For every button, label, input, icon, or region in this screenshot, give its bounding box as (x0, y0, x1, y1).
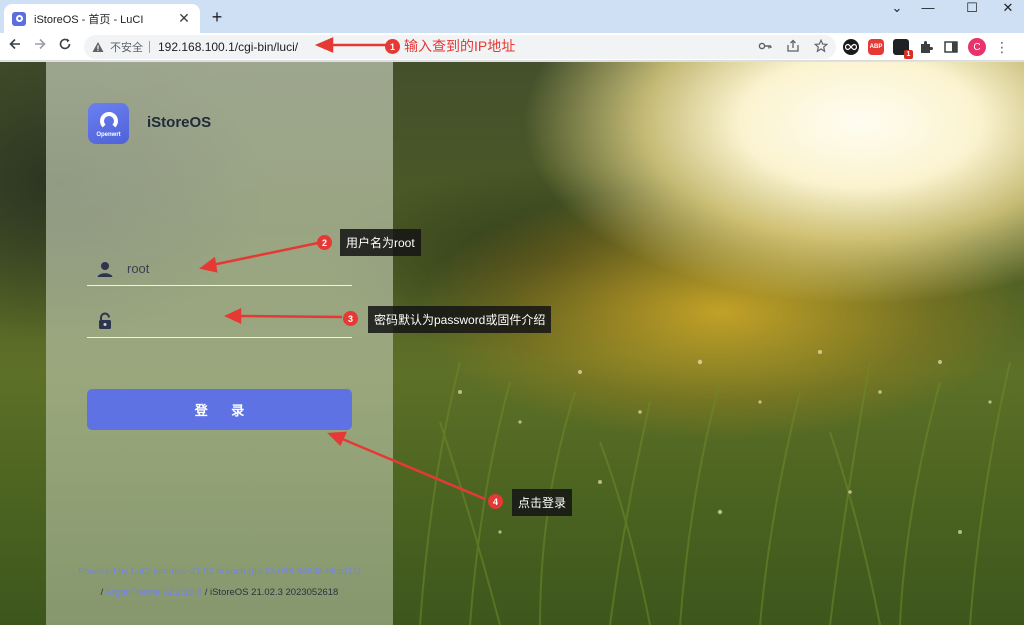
address-separator (149, 41, 150, 53)
adblock-plus-icon[interactable]: ABP (868, 39, 884, 55)
forward-arrow-icon (35, 38, 46, 50)
new-tab-button[interactable]: + (207, 7, 227, 27)
key-icon[interactable] (758, 39, 772, 53)
browser-tab-active[interactable]: iStoreOS - 首页 - LuCI ✕ (4, 4, 200, 33)
url-text[interactable]: 192.168.100.1/cgi-bin/luci/ (158, 40, 298, 54)
share-icon[interactable] (786, 39, 800, 53)
annotation-password-callout: 密码默认为password或固件介绍 (368, 306, 552, 333)
annotation-username-callout: 用户名为root (340, 229, 421, 256)
user-icon (97, 261, 113, 277)
back-button[interactable] (4, 36, 26, 58)
tab-close-icon[interactable]: ✕ (176, 10, 192, 27)
reload-icon (59, 38, 71, 50)
logo-caption: Openwrt (96, 131, 121, 138)
brand-title: iStoreOS (147, 114, 212, 131)
browser-menu-icon[interactable]: ⋮ (995, 39, 1009, 56)
address-bar-actions (758, 39, 828, 53)
argon-theme-link[interactable]: ArgonTheme v2.2.10.8 (105, 587, 202, 598)
footer-version: / ArgonTheme v2.2.10.8 / iStoreOS 21.02.… (46, 587, 393, 598)
reload-button[interactable] (54, 36, 76, 58)
minimize-button[interactable]: — (906, 0, 950, 16)
login-submit-button[interactable]: 登 录 (87, 389, 352, 430)
puzzle-extensions-icon[interactable] (918, 39, 934, 55)
username-field (87, 252, 352, 286)
footer-version-text: / iStoreOS 21.02.3 2023052618 (202, 587, 339, 598)
annotation-ip-text: 输入查到的IP地址 (404, 38, 516, 54)
password-field (87, 304, 352, 338)
annotation-login-callout: 点击登录 (512, 489, 573, 516)
extensions-bar: ABP 1 C ⋮ (843, 36, 1009, 59)
openwrt-logo-icon: Openwrt (88, 103, 129, 144)
profile-avatar[interactable]: C (968, 38, 986, 56)
abp-label: ABP (869, 44, 883, 50)
not-secure-label[interactable]: 不安全 (110, 39, 143, 55)
istoreos-favicon-icon (12, 11, 26, 26)
warning-icon[interactable] (92, 41, 104, 53)
back-arrow-icon (9, 38, 20, 50)
step-marker-2: 2 (317, 235, 332, 250)
step-marker-4: 4 (488, 494, 503, 509)
side-panel-icon[interactable] (943, 39, 959, 55)
login-page: Openwrt iStoreOS 登 录 Powered by LuCI ist… (0, 62, 1024, 625)
password-input[interactable] (127, 313, 327, 328)
login-panel: Openwrt iStoreOS 登 录 Powered by LuCI ist… (46, 62, 393, 625)
footer-powered-by[interactable]: Powered by LuCI istoreos-21.02 branch (g… (46, 566, 393, 577)
username-input[interactable] (127, 261, 327, 276)
infinity-extension-icon[interactable] (843, 39, 859, 55)
extension-badge: 1 (904, 50, 913, 59)
panel-frost-overlay (46, 62, 393, 625)
tab-title: iStoreOS - 首页 - LuCI (34, 13, 144, 26)
step-marker-1: 1 (385, 39, 400, 54)
browser-tab-bar: iStoreOS - 首页 - LuCI ✕ + ⌄ — ☐ ✕ (0, 0, 1024, 33)
extension-with-badge-icon[interactable]: 1 (893, 39, 913, 59)
logo-ring (99, 111, 118, 130)
bookmark-star-icon[interactable] (814, 39, 828, 53)
step-marker-3: 3 (343, 311, 358, 326)
close-window-button[interactable]: ✕ (986, 0, 1024, 16)
forward-button[interactable] (29, 36, 51, 58)
lock-icon (99, 312, 111, 329)
